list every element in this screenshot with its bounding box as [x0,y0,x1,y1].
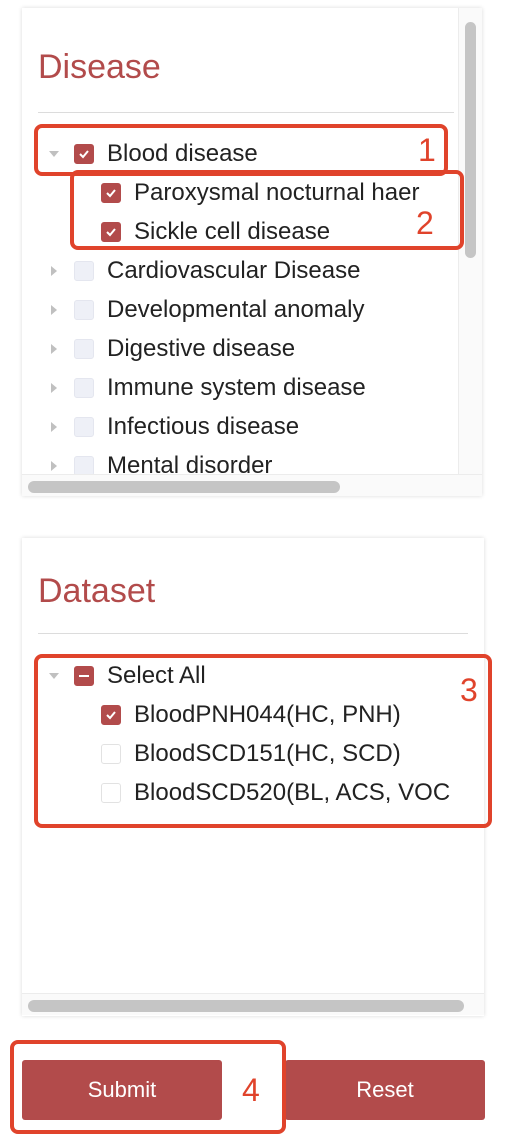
dataset-horizontal-scrollbar[interactable] [22,993,484,1015]
disease-vertical-scroll-thumb[interactable] [465,22,476,258]
disease-divider [38,112,454,113]
checkbox-cardiovascular[interactable] [74,261,94,281]
annotation-number-2: 2 [416,205,434,241]
checkbox-digestive[interactable] [74,339,94,359]
caret-right-icon[interactable] [44,339,64,359]
reset-button[interactable]: Reset [285,1060,485,1120]
tree-item-developmental[interactable]: Developmental anomaly [44,291,364,329]
caret-right-icon[interactable] [44,300,64,320]
disease-panel: Disease Blood disease Paroxysmal nocturn… [22,8,482,496]
checkbox-infectious[interactable] [74,417,94,437]
disease-title: Disease [38,48,161,86]
checkbox-mental[interactable] [74,456,94,476]
caret-right-icon[interactable] [44,378,64,398]
dataset-horizontal-scroll-thumb[interactable] [28,1000,464,1012]
annotation-number-4: 4 [242,1072,260,1108]
tree-item-infectious[interactable]: Infectious disease [44,408,299,446]
annotation-number-3: 3 [460,672,478,708]
tree-item-digestive[interactable]: Digestive disease [44,330,295,368]
tree-item-label: Developmental anomaly [107,296,365,323]
caret-right-icon[interactable] [44,456,64,476]
annotation-box-2 [70,170,464,250]
tree-item-cardiovascular[interactable]: Cardiovascular Disease [44,252,360,290]
annotation-box-1 [34,124,448,176]
caret-right-icon[interactable] [44,261,64,281]
tree-item-immune[interactable]: Immune system disease [44,369,366,407]
checkbox-immune[interactable] [74,378,94,398]
tree-item-label: Cardiovascular Disease [107,257,361,284]
dataset-divider [38,633,468,634]
tree-item-label: Infectious disease [107,413,300,440]
tree-item-label: Immune system disease [107,374,366,401]
disease-horizontal-scroll-thumb[interactable] [28,481,340,493]
annotation-box-3 [34,654,492,828]
tree-item-label: Digestive disease [107,335,296,362]
annotation-number-1: 1 [418,132,436,168]
dataset-title: Dataset [38,572,156,610]
disease-horizontal-scrollbar[interactable] [22,474,482,496]
caret-right-icon[interactable] [44,417,64,437]
checkbox-developmental[interactable] [74,300,94,320]
